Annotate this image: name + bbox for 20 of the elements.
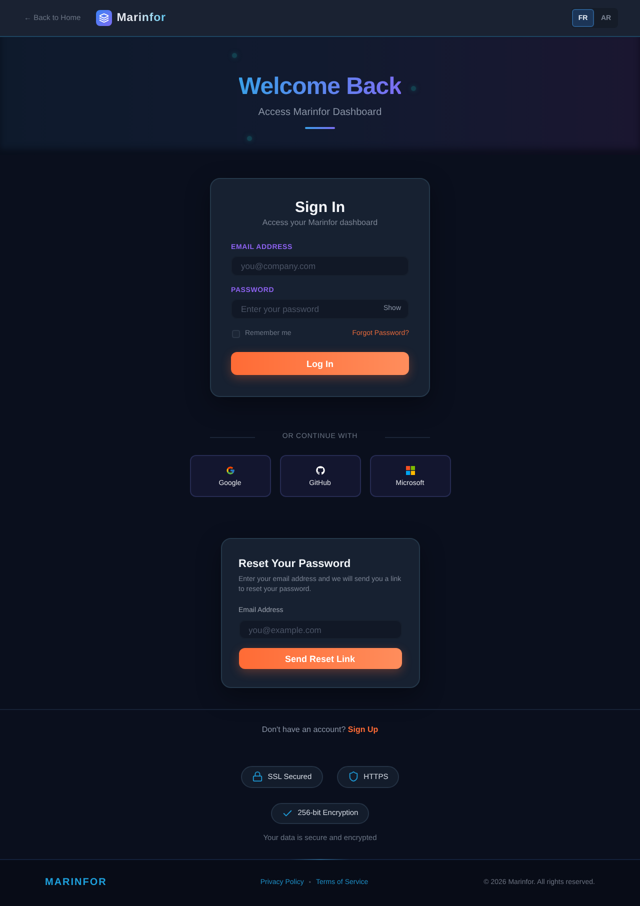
hero-subtitle: Access Marinfor Dashboard (258, 107, 382, 119)
google-g-icon (226, 466, 234, 475)
glow-dot-icon (232, 53, 237, 58)
reset-title: Reset Your Password (238, 557, 352, 571)
checkmark-icon (282, 808, 293, 819)
four-squares-icon (406, 466, 414, 475)
layers-logo-icon (96, 10, 112, 26)
sign-up-prompt: Don't have an account? Sign Up (262, 725, 378, 735)
sign-up-link[interactable]: Sign Up (348, 725, 378, 734)
padlock-icon (252, 771, 263, 782)
sign-in-subtitle: Access your Marinfor dashboard (261, 218, 379, 228)
shield-icon (348, 771, 359, 782)
footer-brand: MARINFOR (45, 877, 107, 889)
github-cat-icon (316, 466, 324, 475)
email-field[interactable]: you@company.com (231, 256, 409, 276)
email-field[interactable]: you@example.com (238, 620, 402, 639)
glow-dot-icon (247, 136, 252, 141)
sign-in-title: Sign In (294, 199, 346, 217)
accent-underline (305, 127, 335, 129)
glow-dot-icon (411, 86, 416, 91)
